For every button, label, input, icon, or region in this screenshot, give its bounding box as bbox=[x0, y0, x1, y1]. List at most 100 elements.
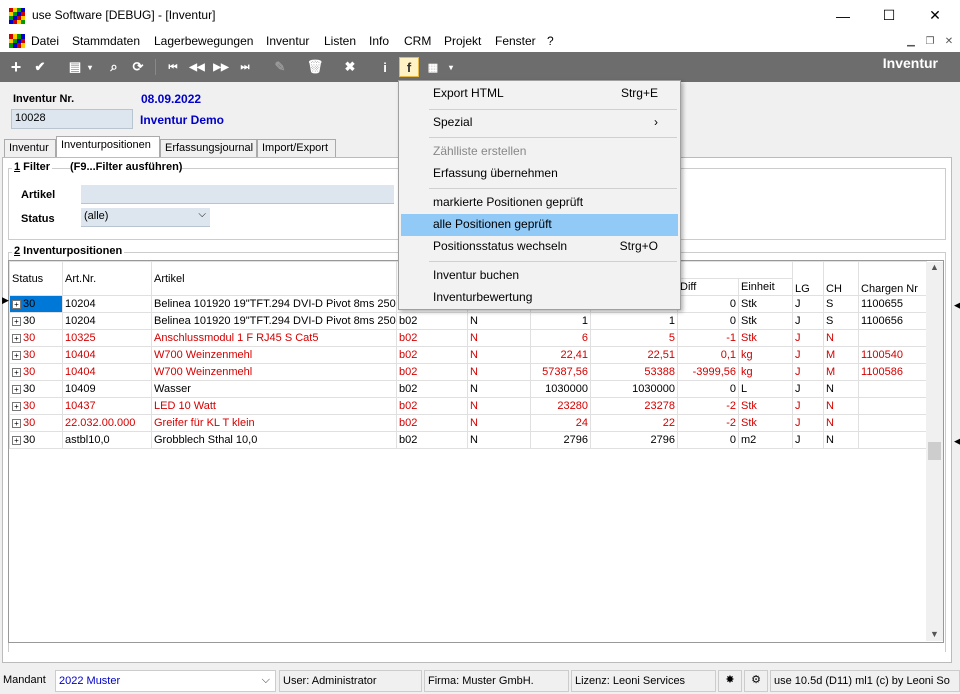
table-row[interactable]: +30 22.032.00.000 Greifer für KL T klein b0… bbox=[9, 414, 928, 432]
cell-lg2[interactable]: b02 bbox=[396, 329, 468, 347]
expand-icon[interactable]: + bbox=[12, 334, 21, 343]
mandant-select[interactable]: 2022 Muster ⌵ bbox=[55, 670, 276, 692]
maximize-button[interactable]: ☐ bbox=[866, 0, 912, 31]
cell-n[interactable]: N bbox=[467, 312, 531, 330]
check-icon[interactable]: ✔ bbox=[30, 57, 50, 77]
print-dropdown-icon[interactable]: ▾ bbox=[85, 57, 95, 77]
expand-icon[interactable]: + bbox=[12, 368, 21, 377]
cell-q1[interactable]: 57387,56 bbox=[530, 363, 591, 381]
cell-q1[interactable]: 23280 bbox=[530, 397, 591, 415]
cell-lg2[interactable]: b02 bbox=[396, 312, 468, 330]
cell-diff[interactable]: -2 bbox=[677, 397, 739, 415]
menu-listen[interactable]: Listen bbox=[324, 34, 356, 48]
delete-icon[interactable]: 🗑 bbox=[305, 57, 325, 77]
cell-lg[interactable]: J bbox=[792, 346, 825, 364]
cell-diff[interactable]: 0,1 bbox=[677, 346, 739, 364]
table-row[interactable]: +30 10404 W700 Weinzenmehl b02 N 57387,56 5338… bbox=[9, 363, 928, 381]
info-icon[interactable]: i bbox=[375, 57, 395, 77]
menu-projekt[interactable]: Projekt bbox=[444, 34, 481, 48]
connection-icon[interactable]: ⚙ bbox=[744, 670, 768, 692]
cell-lg2[interactable]: b02 bbox=[396, 414, 468, 432]
cell-q1[interactable]: 1030000 bbox=[530, 380, 591, 398]
cell-artikel[interactable]: Belinea 101920 19"TFT.294 DVI-D Pivot 8m… bbox=[151, 312, 397, 330]
cell-charge[interactable]: 1100586 bbox=[858, 363, 928, 381]
cell-diff[interactable]: 0 bbox=[677, 380, 739, 398]
status-cell[interactable]: +30 bbox=[9, 397, 63, 415]
cell-ch[interactable]: N bbox=[823, 397, 860, 415]
col-header-einheit[interactable]: Einheit bbox=[737, 278, 794, 296]
cell-artikel[interactable]: Wasser bbox=[151, 380, 397, 398]
cell-q1[interactable]: 1 bbox=[530, 312, 591, 330]
col-header-artikel[interactable]: Artikel bbox=[151, 261, 397, 296]
cell-einheit[interactable]: Stk bbox=[737, 414, 794, 432]
add-icon[interactable]: + bbox=[6, 57, 26, 77]
cell-diff[interactable]: 0 bbox=[677, 312, 739, 330]
scroll-up-icon[interactable]: ▲ bbox=[926, 262, 943, 272]
menu-item-spezial[interactable]: Spezial › bbox=[401, 112, 678, 134]
col-header-chargen[interactable]: Chargen Nr bbox=[858, 261, 928, 296]
cell-q2[interactable]: 2796 bbox=[590, 431, 678, 449]
cell-einheit[interactable]: Stk bbox=[737, 397, 794, 415]
cell-ch[interactable]: N bbox=[823, 329, 860, 347]
cell-einheit[interactable]: m2 bbox=[737, 431, 794, 449]
cell-charge[interactable]: 1100540 bbox=[858, 346, 928, 364]
cell-q1[interactable]: 22,41 bbox=[530, 346, 591, 364]
cell-q2[interactable]: 23278 bbox=[590, 397, 678, 415]
first-record-icon[interactable]: ⏮ bbox=[163, 57, 183, 77]
right-splitter-arrow-icon[interactable]: ◀ bbox=[954, 300, 960, 311]
cell-n[interactable]: N bbox=[467, 380, 531, 398]
cell-n[interactable]: N bbox=[467, 329, 531, 347]
menu-item-markierte-geprueft[interactable]: markierte Positionen geprüft bbox=[401, 192, 678, 214]
table-row[interactable]: +30 10437 LED 10 Watt b02 N 23280 23278 -2 Stk J N bbox=[9, 397, 928, 415]
cell-charge[interactable] bbox=[858, 380, 928, 398]
cell-ch[interactable]: N bbox=[823, 380, 860, 398]
cell-lg2[interactable]: b02 bbox=[396, 431, 468, 449]
menu-datei[interactable]: Datei bbox=[31, 34, 59, 48]
cell-artnr[interactable]: 10325 bbox=[62, 329, 152, 347]
search-icon[interactable]: ⌕ bbox=[104, 57, 124, 77]
inventur-nr-field[interactable]: 10028 bbox=[11, 109, 133, 129]
menu-item-inventur-buchen[interactable]: Inventur buchen bbox=[401, 265, 678, 287]
cell-lg[interactable]: J bbox=[792, 431, 825, 449]
cell-lg[interactable]: J bbox=[792, 312, 825, 330]
status-cell[interactable]: +30 bbox=[9, 363, 63, 381]
cell-n[interactable]: N bbox=[467, 397, 531, 415]
cell-artnr[interactable]: 10404 bbox=[62, 346, 152, 364]
table-row[interactable]: +30 astbl10,0 Grobblech Sthal 10,0 b02 N 2796… bbox=[9, 431, 928, 449]
cell-lg2[interactable]: b02 bbox=[396, 380, 468, 398]
cell-q2[interactable]: 53388 bbox=[590, 363, 678, 381]
positions-grid[interactable]: Status Art.Nr. Artikel e LG CH Chargen N… bbox=[2, 260, 944, 643]
cell-ch[interactable]: N bbox=[823, 414, 860, 432]
print-icon[interactable]: ▤ bbox=[65, 57, 85, 77]
tab-inventurpositionen[interactable]: Inventurpositionen bbox=[56, 136, 160, 158]
menu-help[interactable]: ? bbox=[547, 34, 554, 48]
menu-info[interactable]: Info bbox=[369, 34, 389, 48]
col-header-lg[interactable]: LG bbox=[792, 261, 825, 296]
cancel-icon[interactable]: ✖ bbox=[340, 57, 360, 77]
cell-q2[interactable]: 22 bbox=[590, 414, 678, 432]
cell-einheit[interactable]: Stk bbox=[737, 295, 794, 313]
mdi-close-icon[interactable]: ✕ bbox=[940, 34, 958, 49]
expand-icon[interactable]: + bbox=[12, 436, 21, 445]
cell-einheit[interactable]: kg bbox=[737, 363, 794, 381]
cell-einheit[interactable]: Stk bbox=[737, 329, 794, 347]
cell-lg[interactable]: J bbox=[792, 380, 825, 398]
cell-diff[interactable]: 0 bbox=[677, 295, 739, 313]
cell-diff[interactable]: -1 bbox=[677, 329, 739, 347]
cell-q1[interactable]: 2796 bbox=[530, 431, 591, 449]
tab-import-export[interactable]: Import/Export bbox=[257, 139, 336, 157]
cell-artikel[interactable]: Belinea 101920 19"TFT.294 DVI-D Pivot 8m… bbox=[151, 295, 397, 313]
menu-item-erfassung-uebernehmen[interactable]: Erfassung übernehmen bbox=[401, 163, 678, 185]
expand-icon[interactable]: + bbox=[12, 419, 21, 428]
artikel-input[interactable] bbox=[81, 185, 394, 204]
menu-item-zaehlliste[interactable]: Zählliste erstellen bbox=[401, 141, 678, 163]
status-cell[interactable]: +30 bbox=[9, 312, 63, 330]
cell-diff[interactable]: -2 bbox=[677, 414, 739, 432]
mdi-minimize-icon[interactable]: ▁ bbox=[902, 34, 920, 49]
cell-q2[interactable]: 5 bbox=[590, 329, 678, 347]
expand-icon[interactable]: + bbox=[12, 317, 21, 326]
table-row[interactable]: +30 10409 Wasser b02 N 1030000 1030000 0 L J N bbox=[9, 380, 928, 398]
cell-artnr[interactable]: 10409 bbox=[62, 380, 152, 398]
expand-icon[interactable]: + bbox=[12, 351, 21, 360]
tab-erfassungsjournal[interactable]: Erfassungsjournal bbox=[160, 139, 257, 157]
